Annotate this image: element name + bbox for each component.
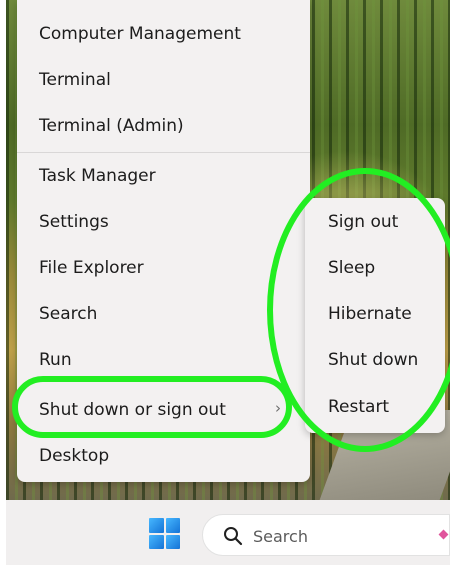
menu-item-run[interactable]: Run (39, 350, 72, 370)
submenu-item-sleep[interactable]: Sleep (328, 258, 375, 278)
menu-item-terminal[interactable]: Terminal (39, 70, 111, 90)
submenu-item-restart[interactable]: Restart (328, 397, 389, 417)
submenu-item-shut-down[interactable]: Shut down (328, 350, 418, 370)
taskbar-search-box[interactable]: Search (202, 514, 450, 556)
menu-item-task-manager[interactable]: Task Manager (39, 166, 156, 186)
menu-item-shut-down-or-sign-out[interactable]: Shut down or sign out (39, 400, 226, 420)
menu-item-file-explorer[interactable]: File Explorer (39, 258, 144, 278)
menu-divider (17, 152, 310, 153)
submenu-item-sign-out[interactable]: Sign out (328, 212, 398, 232)
menu-item-computer-management[interactable]: Computer Management (39, 24, 241, 44)
menu-item-terminal-admin[interactable]: Terminal (Admin) (39, 116, 184, 136)
power-user-menu: Computer Management Terminal Terminal (A… (17, 0, 310, 482)
menu-item-settings[interactable]: Settings (39, 212, 109, 232)
chevron-right-icon: › (275, 399, 281, 417)
shutdown-submenu: Sign out Sleep Hibernate Shut down Resta… (305, 198, 445, 433)
search-placeholder: Search (253, 527, 308, 546)
menu-item-search[interactable]: Search (39, 304, 97, 324)
submenu-item-hibernate[interactable]: Hibernate (328, 304, 412, 324)
search-highlight-icon (438, 529, 449, 540)
menu-item-desktop[interactable]: Desktop (39, 446, 109, 466)
search-icon (224, 527, 243, 546)
windows-logo-icon (149, 518, 164, 533)
start-button[interactable] (149, 518, 180, 549)
